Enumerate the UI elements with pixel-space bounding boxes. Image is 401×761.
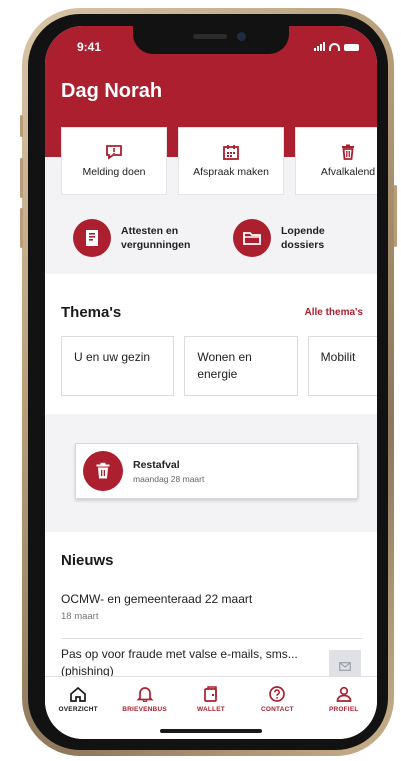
tab-label: CONTACT xyxy=(261,706,294,713)
power-button xyxy=(394,185,397,247)
folder-icon xyxy=(233,219,271,257)
theme-label: Wonen en xyxy=(197,350,252,364)
theme-label: energie xyxy=(197,367,238,382)
themas-section: Thema's Alle thema's U en uw gezin Wonen… xyxy=(45,274,377,414)
afval-date: maandag 28 maart xyxy=(133,473,205,484)
news-title: Nieuws xyxy=(61,552,114,569)
theme-label: U en uw gezin xyxy=(74,350,151,364)
report-icon xyxy=(106,145,122,160)
help-icon xyxy=(269,686,286,702)
signal-icon xyxy=(314,42,325,51)
speaker xyxy=(193,34,227,39)
shortcut-label: Lopende xyxy=(281,224,325,237)
volume-up-button xyxy=(20,158,23,198)
news-item[interactable]: Pas op voor fraude met valse e-mails, sm… xyxy=(61,646,323,680)
quick-action-afspraak[interactable]: Afspraak maken xyxy=(178,127,284,195)
news-item-title: Pas op voor fraude met valse e-mails, sm… xyxy=(61,647,298,678)
calendar-icon xyxy=(223,145,239,160)
bell-icon xyxy=(136,687,154,702)
user-icon xyxy=(336,686,352,702)
trash-icon xyxy=(342,144,354,160)
themas-title: Thema's xyxy=(61,304,122,321)
quick-actions: Melding doen Afspraak maken Afvalkalend xyxy=(61,127,377,195)
home-icon xyxy=(70,686,87,702)
tab-overzicht[interactable]: OVERZICHT xyxy=(48,686,108,739)
document-icon xyxy=(73,219,111,257)
news-item[interactable]: OCMW- en gemeenteraad 22 maart 18 maart xyxy=(61,587,363,639)
tab-profiel[interactable]: PROFIEL xyxy=(314,686,374,739)
wifi-icon xyxy=(329,43,340,51)
afval-title: Restafval xyxy=(133,458,180,471)
news-section: Nieuws OCMW- en gemeenteraad 22 maart 18… xyxy=(45,532,377,692)
theme-card-mobiliteit[interactable]: Mobilit xyxy=(307,336,377,396)
quick-action-melding[interactable]: Melding doen xyxy=(61,127,167,195)
all-themas-link[interactable]: Alle thema's xyxy=(304,307,363,318)
home-indicator xyxy=(160,729,262,733)
tab-label: PROFIEL xyxy=(328,706,359,713)
greeting: Dag Norah xyxy=(61,80,163,102)
quick-action-label: Afspraak maken xyxy=(193,166,269,178)
afval-section: Restafval maandag 28 maart xyxy=(45,414,377,532)
news-item-date: 18 maart xyxy=(61,610,99,622)
shortcut-label: Attesten en xyxy=(121,224,179,237)
quick-action-label: Afvalkalend xyxy=(320,166,376,178)
news-item-title: OCMW- en gemeenteraad 22 maart xyxy=(61,592,253,606)
theme-label: Mobilit xyxy=(320,350,356,364)
trash-icon xyxy=(83,451,123,491)
notch xyxy=(133,26,289,54)
shortcut-attesten[interactable]: Attesten en vergunningen xyxy=(73,219,199,257)
battery-icon xyxy=(344,44,359,51)
volume-down-button xyxy=(20,208,23,248)
shortcut-label: vergunningen xyxy=(121,239,191,251)
silent-switch xyxy=(20,115,23,137)
front-camera xyxy=(237,32,246,41)
theme-card-wonen[interactable]: Wonen en energie xyxy=(184,336,298,396)
status-time: 9:41 xyxy=(77,40,102,54)
app-screen: 9:41 Dag Norah Melding doen Afspraak mak… xyxy=(45,26,377,739)
tab-label: WALLET xyxy=(197,706,225,713)
mail-icon xyxy=(339,661,351,671)
theme-card-gezin[interactable]: U en uw gezin xyxy=(61,336,175,396)
quick-action-label: Melding doen xyxy=(82,166,146,178)
shortcuts: Attesten en vergunningen Lopende dossier… xyxy=(73,219,359,257)
afval-card[interactable]: Restafval maandag 28 maart xyxy=(75,443,358,499)
wallet-icon xyxy=(204,686,217,702)
status-icons xyxy=(314,42,359,51)
quick-action-afvalkalender[interactable]: Afvalkalend xyxy=(295,127,377,195)
tab-label: OVERZICHT xyxy=(58,706,98,713)
tab-label: BRIEVENBUS xyxy=(122,706,167,713)
shortcut-lopende-dossiers[interactable]: Lopende dossiers xyxy=(233,219,359,257)
shortcut-label: dossiers xyxy=(281,239,325,251)
theme-cards: U en uw gezin Wonen en energie Mobilit xyxy=(61,336,377,396)
